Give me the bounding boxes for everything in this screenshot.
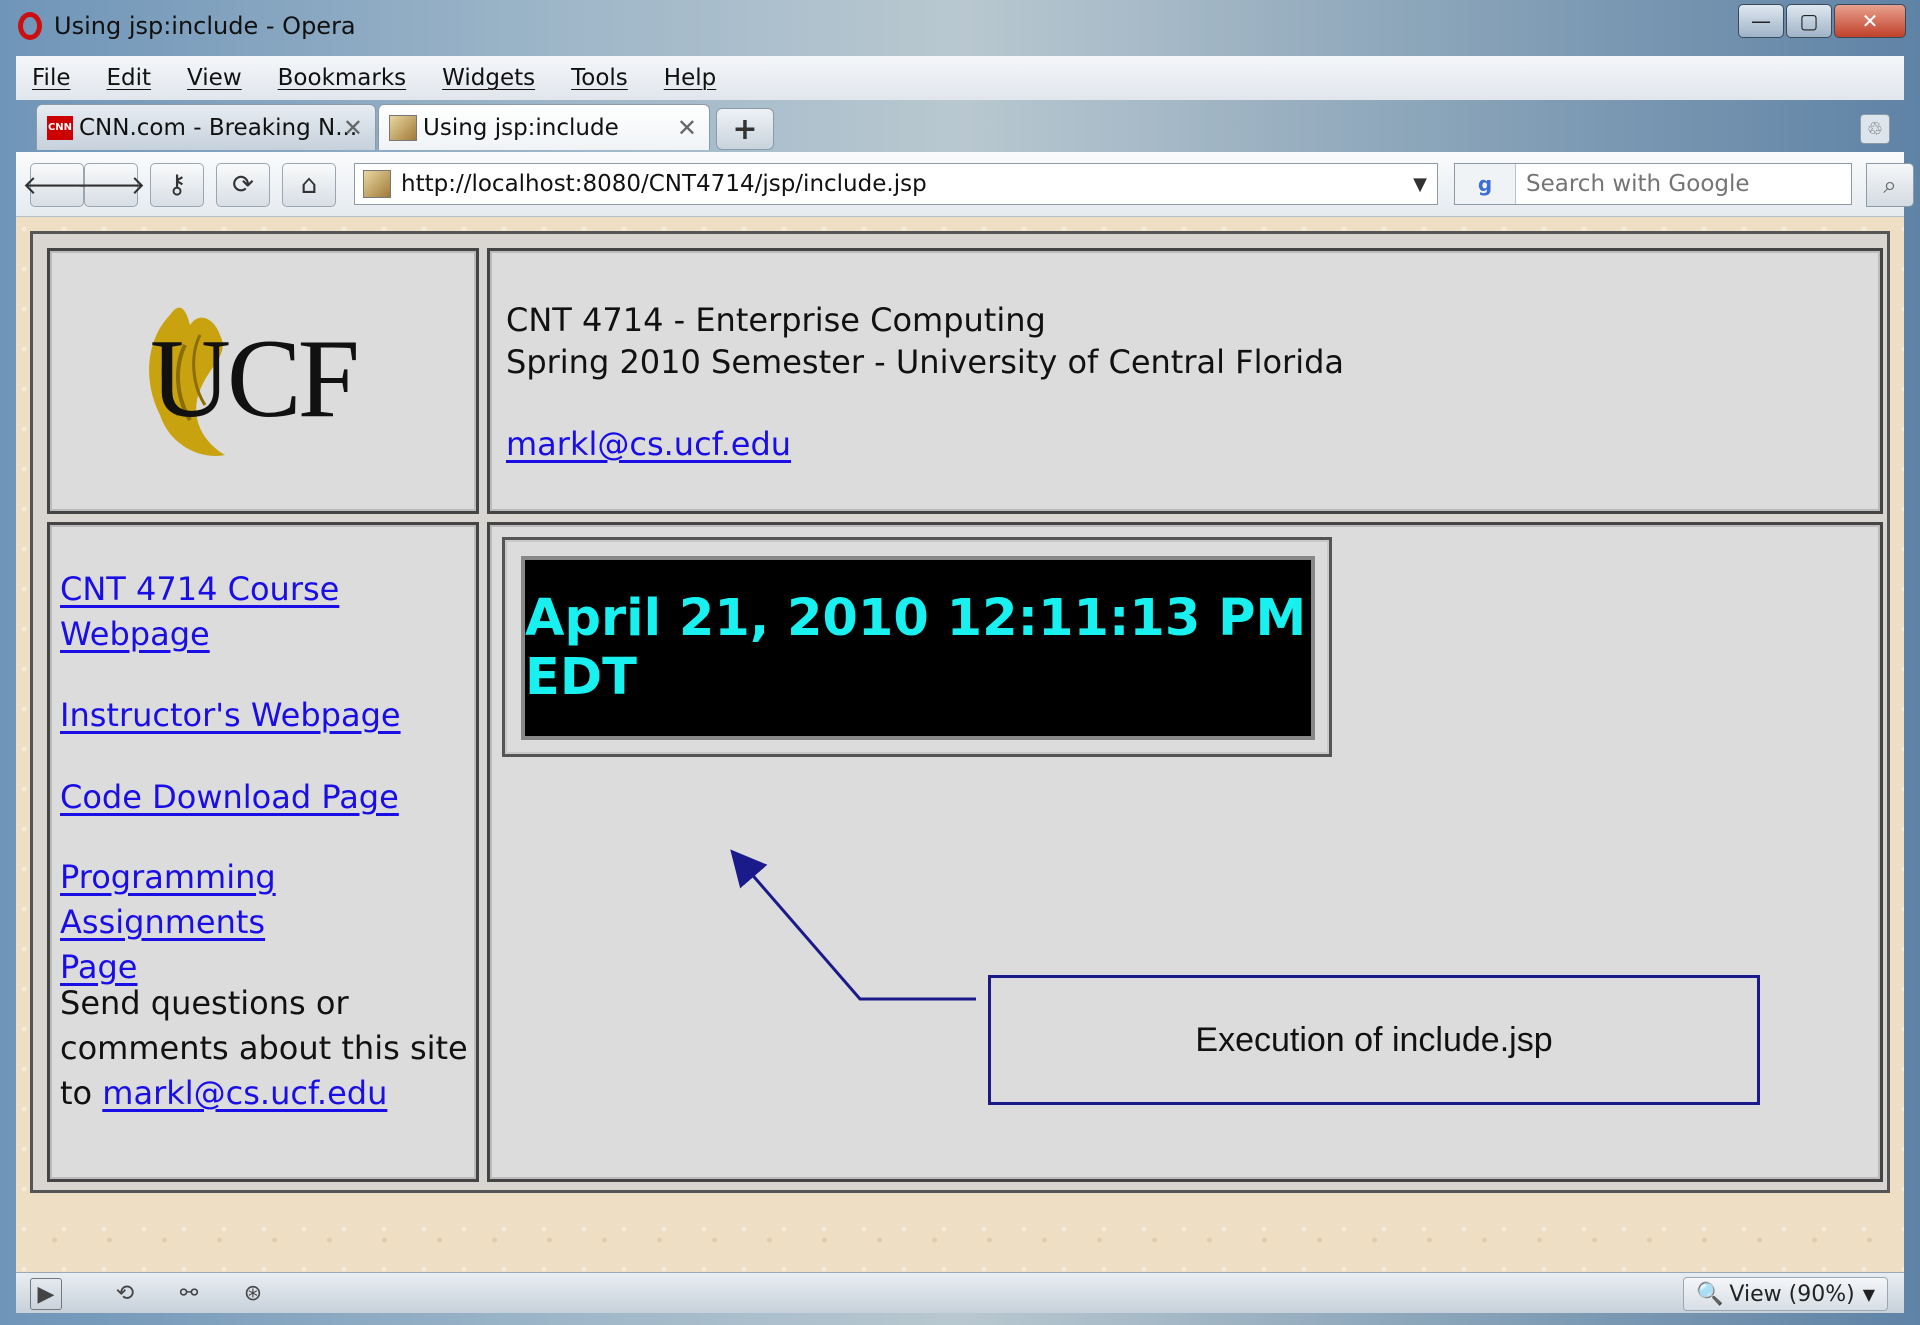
- assignments-link-line1: Programming Assignments: [60, 858, 276, 941]
- clock-frame: April 21, 2010 12:11:13 PM EDT: [502, 537, 1332, 757]
- tab-bar: CNN CNN.com - Breaking N... ✕ Using jsp:…: [16, 100, 1904, 152]
- header-email-link[interactable]: markl@cs.ucf.edu: [506, 425, 791, 463]
- window-title: Using jsp:include - Opera: [54, 12, 356, 40]
- tab-using-jsp-include[interactable]: Using jsp:include ✕: [378, 104, 710, 150]
- clock-display: April 21, 2010 12:11:13 PM EDT: [521, 556, 1315, 740]
- menu-widgets[interactable]: Widgets: [442, 65, 535, 91]
- minimize-button[interactable]: —: [1738, 4, 1784, 38]
- wand-key-button[interactable]: ⚷: [150, 163, 204, 207]
- search-button[interactable]: ⌕: [1866, 163, 1914, 207]
- tab-close-icon[interactable]: ✕: [677, 114, 697, 142]
- semester-title: Spring 2010 Semester - University of Cen…: [506, 343, 1344, 381]
- trash-icon[interactable]: ♲: [1860, 114, 1890, 144]
- google-search-engine-icon[interactable]: g: [1455, 164, 1516, 204]
- clock-text: April 21, 2010 12:11:13 PM EDT: [525, 589, 1307, 707]
- zoom-icon: 🔍: [1696, 1281, 1724, 1307]
- zoom-dropdown-icon: ▼: [1862, 1284, 1875, 1304]
- ucf-logo-text: UCF: [150, 317, 360, 441]
- menu-help[interactable]: Help: [664, 65, 716, 91]
- browser-window: Using jsp:include - Opera — ▢ ✕ File Edi…: [0, 0, 1920, 1325]
- sync-icon[interactable]: ⟲: [100, 1278, 150, 1308]
- programming-assignments-link[interactable]: Programming Assignments Page: [60, 855, 476, 990]
- tab-cnn[interactable]: CNN CNN.com - Breaking N... ✕: [36, 104, 376, 150]
- address-bar[interactable]: http://localhost:8080/CNT4714/jsp/includ…: [354, 163, 1438, 205]
- unite-icon[interactable]: ⚯: [164, 1278, 214, 1308]
- close-button[interactable]: ✕: [1834, 4, 1906, 38]
- send-prefix: to: [60, 1074, 103, 1112]
- callout-box: Execution of include.jsp: [988, 975, 1760, 1105]
- home-button[interactable]: ⌂: [282, 163, 336, 207]
- menu-edit[interactable]: Edit: [107, 65, 152, 91]
- menu-bar: File Edit View Bookmarks Widgets Tools H…: [16, 56, 1904, 100]
- cnn-favicon-icon: CNN: [47, 115, 73, 140]
- send-line2: comments about this site: [60, 1029, 468, 1067]
- reload-button[interactable]: ⟳: [216, 163, 270, 207]
- panel-toggle-icon[interactable]: ▶: [30, 1278, 62, 1310]
- course-webpage-link[interactable]: CNT 4714 Course Webpage: [60, 567, 339, 657]
- turbo-icon[interactable]: ⊛: [228, 1278, 278, 1308]
- instructor-webpage-link[interactable]: Instructor's Webpage: [60, 693, 401, 738]
- menu-view[interactable]: View: [187, 65, 242, 91]
- header-cell: CNT 4714 - Enterprise Computing Spring 2…: [487, 248, 1883, 514]
- window-controls: — ▢ ✕: [1738, 4, 1906, 38]
- tab-close-icon[interactable]: ✕: [343, 114, 363, 142]
- zoom-control[interactable]: 🔍 View (90%) ▼: [1683, 1277, 1888, 1311]
- new-tab-button[interactable]: +: [716, 108, 774, 150]
- page-icon: [363, 170, 391, 198]
- opera-logo-icon: [18, 12, 42, 40]
- callout-text: Execution of include.jsp: [1195, 1020, 1553, 1059]
- tab-label: Using jsp:include: [423, 114, 619, 141]
- code-download-link[interactable]: Code Download Page: [60, 775, 399, 820]
- course-title: CNT 4714 - Enterprise Computing: [506, 301, 1046, 339]
- logo-cell: UCF: [47, 248, 479, 514]
- send-line1: Send questions or: [60, 984, 349, 1022]
- tab-label: CNN.com - Breaking N...: [79, 114, 358, 141]
- zoom-label: View (90%): [1729, 1281, 1855, 1307]
- course-link-line2: Webpage: [60, 615, 210, 653]
- menu-tools[interactable]: Tools: [571, 65, 628, 91]
- course-link-line1: CNT 4714 Course: [60, 570, 340, 608]
- search-box: g: [1454, 163, 1852, 205]
- nav-cell: CNT 4714 Course Webpage Instructor's Web…: [47, 522, 479, 1182]
- forward-button[interactable]: 🡒: [76, 163, 146, 207]
- status-bar: ▶ ⟲ ⚯ ⊛ 🔍 View (90%) ▼: [16, 1272, 1904, 1313]
- page-content: UCF CNT 4714 - Enterprise Computing Spri…: [16, 217, 1904, 1272]
- menu-file[interactable]: File: [32, 65, 71, 91]
- address-dropdown-icon[interactable]: ▼: [1413, 174, 1427, 195]
- navigation-toolbar: 🡐 🡒 ⚷ ⟳ ⌂ http://localhost:8080/CNT4714/…: [16, 152, 1914, 217]
- search-input[interactable]: [1524, 170, 1828, 198]
- page-favicon-icon: [389, 114, 417, 141]
- title-bar[interactable]: Using jsp:include - Opera — ▢ ✕: [0, 0, 1920, 52]
- nav-email-link[interactable]: markl@cs.ucf.edu: [102, 1074, 387, 1112]
- send-questions-text: Send questions or comments about this si…: [60, 981, 468, 1116]
- maximize-button[interactable]: ▢: [1786, 4, 1832, 38]
- menu-bookmarks[interactable]: Bookmarks: [278, 65, 407, 91]
- address-url[interactable]: http://localhost:8080/CNT4714/jsp/includ…: [401, 171, 927, 197]
